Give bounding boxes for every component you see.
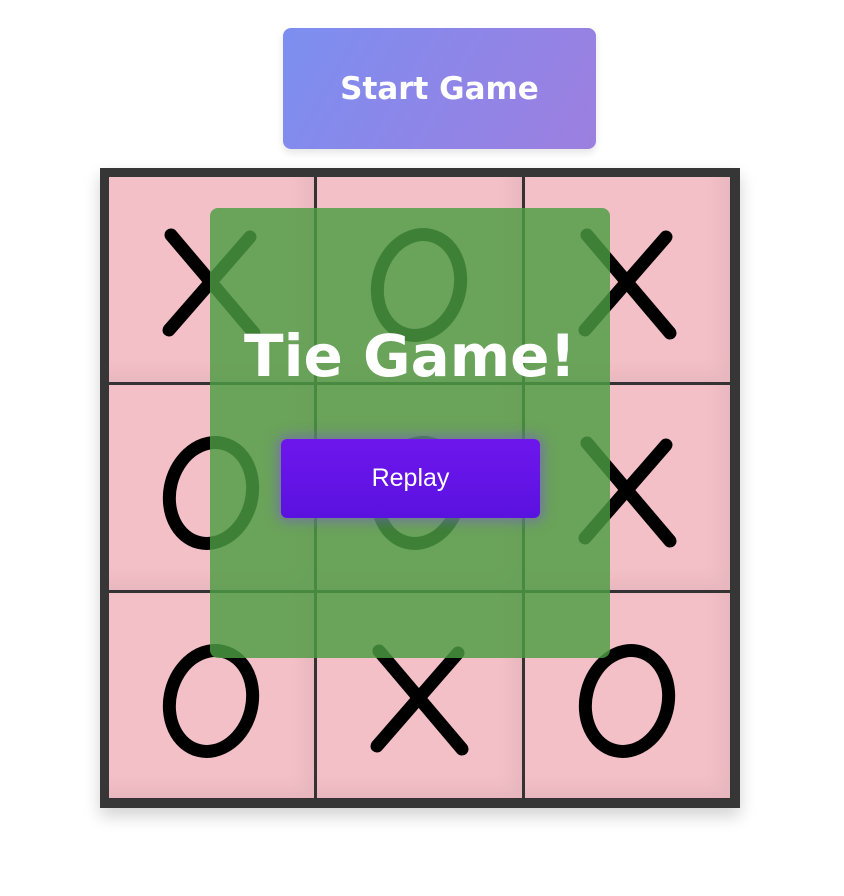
start-game-button[interactable]: Start Game [283,28,596,149]
result-message: Tie Game! [244,322,576,390]
result-overlay: Tie Game! Replay [210,208,610,658]
game-page: Start Game Tie Game! Replay [0,0,844,896]
replay-button[interactable]: Replay [281,439,540,518]
